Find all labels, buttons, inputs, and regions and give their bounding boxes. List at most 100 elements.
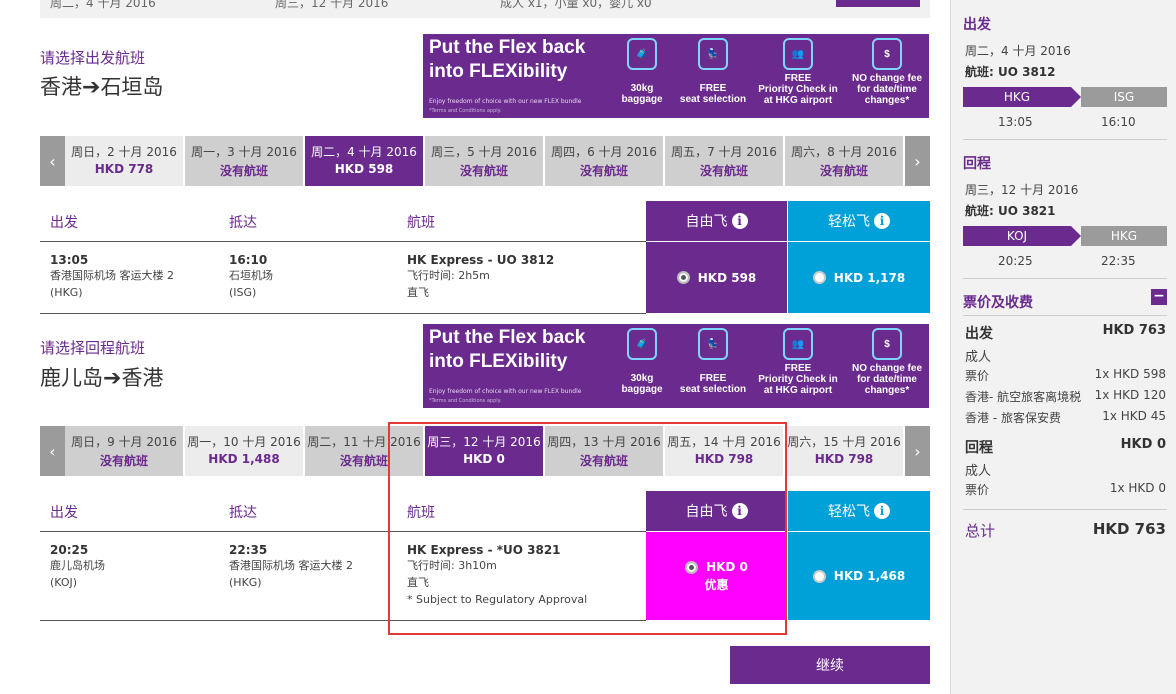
fees-section-label: 票价及收费 bbox=[963, 295, 1033, 311]
summary-outbound-date: 周二，4 十月 2016 bbox=[965, 44, 1071, 58]
summary-outbound-dep-time: 13:05 bbox=[998, 115, 1033, 129]
price-tax1-label: 香港- 航空旅客离境税 bbox=[965, 390, 1082, 404]
fare-header-easy: 轻松飞 i bbox=[788, 491, 930, 531]
banner-terms: *Terms and Conditions apply. bbox=[429, 108, 502, 114]
outbound-date-cell[interactable]: 周日，2 十月 2016 HKD 778 bbox=[65, 136, 183, 186]
chevron-left-icon: ‹ bbox=[49, 151, 56, 171]
price-return-label: 回程 bbox=[965, 440, 993, 456]
checkin-icon: 👥 bbox=[783, 328, 813, 360]
inbound-section-title: 请选择回程航班 bbox=[40, 339, 146, 357]
total-value: HKD 763 bbox=[1092, 520, 1166, 538]
chevron-right-icon: › bbox=[914, 441, 921, 461]
total-label: 总计 bbox=[965, 522, 996, 540]
summary-outbound-flight: 航班: UO 3812 bbox=[965, 65, 1056, 79]
next-dates-button[interactable]: › bbox=[905, 426, 930, 476]
continue-button[interactable]: 继续 bbox=[730, 646, 930, 684]
banner-feature-nochange: $ NO change fee for date/time changes* bbox=[847, 328, 927, 396]
col-header-depart: 出发 bbox=[50, 215, 78, 231]
fare-header-easy: 轻松飞 i bbox=[788, 201, 930, 241]
banner-terms: *Terms and Conditions apply. bbox=[429, 398, 502, 404]
summary-outbound-label: 出发 bbox=[963, 17, 991, 33]
checkin-icon: 👥 bbox=[783, 38, 813, 70]
banner-feature-nochange: $ NO change fee for date/time changes* bbox=[847, 38, 927, 106]
price-fare-return-label: 票价 bbox=[965, 483, 990, 497]
strip-depart-date: 周二，4 十月 2016 bbox=[50, 0, 156, 10]
inbound-date-cell[interactable]: 周日，9 十月 2016 没有航班 bbox=[65, 426, 183, 476]
summary-return-label: 回程 bbox=[963, 156, 991, 172]
banner-feature-checkin: 👥 FREE Priority Check in at HKG airport bbox=[753, 328, 843, 396]
banner-feature-checkin: 👥 FREE Priority Check in at HKG airport bbox=[753, 38, 843, 106]
outbound-date-cell[interactable]: 周五，7 十月 2016 没有航班 bbox=[665, 136, 783, 186]
inbound-departure: 20:25 鹿儿岛机场 (KOJ) bbox=[50, 543, 105, 589]
chevron-left-icon: ‹ bbox=[49, 441, 56, 461]
price-adult-return: 成人 bbox=[965, 464, 992, 479]
summary-outbound-from: HKG bbox=[963, 87, 1071, 107]
col-header-depart: 出发 bbox=[50, 505, 78, 521]
price-tax2-value: 1x HKD 45 bbox=[1102, 409, 1166, 423]
outbound-date-cell[interactable]: 周三，5 十月 2016 没有航班 bbox=[425, 136, 543, 186]
prev-dates-button[interactable]: ‹ bbox=[40, 426, 65, 476]
summary-outbound-arr-time: 16:10 bbox=[1101, 115, 1136, 129]
next-dates-button[interactable]: › bbox=[905, 136, 930, 186]
radio-unselected[interactable] bbox=[812, 271, 826, 284]
arrow-right-icon: ➔ bbox=[103, 366, 122, 391]
chevron-right-icon: › bbox=[914, 151, 921, 171]
summary-outbound-to: ISG bbox=[1081, 87, 1167, 107]
baggage-icon: 🧳 bbox=[627, 328, 657, 360]
outbound-fare-easy[interactable]: HKD 1,178 bbox=[788, 242, 930, 313]
inbound-origin: 鹿儿岛 bbox=[40, 366, 103, 390]
outbound-arrival: 16:10 石垣机场 (ISG) bbox=[229, 253, 273, 299]
banner-subtext: Enjoy freedom of choice with our new FLE… bbox=[429, 98, 582, 105]
col-header-flight: 航班 bbox=[407, 215, 435, 231]
info-icon[interactable]: i bbox=[874, 213, 890, 229]
inbound-date-cell[interactable]: 周一，10 十月 2016 HKD 1,488 bbox=[185, 426, 303, 476]
info-icon[interactable]: i bbox=[731, 213, 748, 229]
outbound-date-selector: ‹ 周日，2 十月 2016 HKD 778 周一，3 十月 2016 没有航班 周… bbox=[40, 136, 930, 186]
summary-return-date: 周三，12 十月 2016 bbox=[965, 183, 1079, 197]
price-outbound-total: HKD 763 bbox=[1102, 323, 1166, 338]
inbound-fare-easy[interactable]: HKD 1,468 bbox=[788, 532, 930, 620]
price-fare-return-value: 1x HKD 0 bbox=[1109, 481, 1166, 495]
banner-headline-2: into FLEXibility bbox=[429, 61, 568, 82]
fare-header-freedom: 自由飞 i bbox=[646, 201, 787, 241]
summary-return-arr-time: 22:35 bbox=[1101, 254, 1136, 268]
flex-promo-banner[interactable]: Put the Flex back into FLEXibility Enjoy … bbox=[423, 324, 929, 408]
price-tax1-value: 1x HKD 120 bbox=[1094, 388, 1166, 402]
segment-arrow bbox=[1071, 226, 1081, 246]
collapse-minus-icon[interactable]: − bbox=[1151, 289, 1167, 305]
outbound-flight-info: HK Express - UO 3812 飞行时间: 2h5m 直飞 bbox=[407, 253, 555, 299]
banner-feature-baggage: 🧳 30kg baggage bbox=[619, 38, 665, 105]
outbound-date-cell[interactable]: 周六，8 十月 2016 没有航班 bbox=[785, 136, 903, 186]
outbound-date-cell[interactable]: 周四，6 十月 2016 没有航班 bbox=[545, 136, 663, 186]
price-adult: 成人 bbox=[965, 350, 992, 365]
divider bbox=[40, 241, 646, 242]
price-tax2-label: 香港 - 旅客保安费 bbox=[965, 411, 1061, 425]
outbound-date-cell-selected[interactable]: 周二，4 十月 2016 HKD 598 bbox=[305, 136, 423, 186]
banner-feature-seat: 💺 FREE seat selection bbox=[673, 328, 753, 395]
no-dollar-icon: $ bbox=[872, 38, 902, 70]
previous-search-strip: 周二，4 十月 2016 周三，12 十月 2016 成人 x1，小童 x0，婴… bbox=[40, 0, 930, 18]
prev-dates-button[interactable]: ‹ bbox=[40, 136, 65, 186]
banner-headline-1: Put the Flex back bbox=[429, 37, 586, 58]
inbound-date-cell[interactable]: 周六，15 十月 2016 HKD 798 bbox=[785, 426, 903, 476]
radio-selected[interactable] bbox=[676, 271, 690, 284]
arrow-right-icon: ➔ bbox=[82, 75, 101, 100]
divider bbox=[40, 313, 646, 314]
outbound-date-cell[interactable]: 周一，3 十月 2016 没有航班 bbox=[185, 136, 303, 186]
no-dollar-icon: $ bbox=[872, 328, 902, 360]
inbound-route: 鹿儿岛➔香港 bbox=[40, 362, 163, 392]
strip-search-button[interactable] bbox=[836, 0, 920, 7]
flex-promo-banner[interactable]: Put the Flex back into FLEXibility Enjoy … bbox=[423, 34, 929, 118]
price-fare-label: 票价 bbox=[965, 369, 990, 383]
inbound-destination: 香港 bbox=[121, 366, 164, 390]
highlight-annotation-box bbox=[388, 422, 787, 635]
price-fare-value: 1x HKD 598 bbox=[1094, 367, 1166, 381]
outbound-fare-freedom[interactable]: HKD 598 bbox=[646, 242, 787, 313]
segment-arrow bbox=[1071, 87, 1081, 107]
outbound-origin: 香港 bbox=[40, 75, 82, 99]
radio-unselected[interactable] bbox=[812, 569, 826, 583]
info-icon[interactable]: i bbox=[874, 503, 890, 519]
banner-headline-2: into FLEXibility bbox=[429, 351, 568, 372]
strip-passengers: 成人 x1，小童 x0，婴儿 x0 bbox=[500, 0, 652, 10]
summary-return-flight: 航班: UO 3821 bbox=[965, 204, 1056, 218]
